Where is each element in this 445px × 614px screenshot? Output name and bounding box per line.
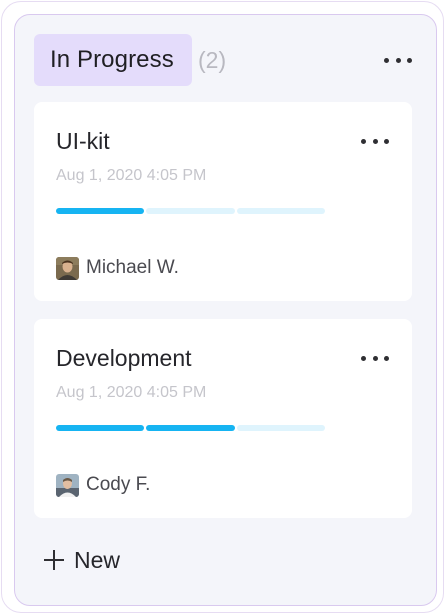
task-card[interactable]: Development Aug 1, 2020 4:05 PM Cody F. bbox=[34, 319, 412, 518]
assignee: Cody F. bbox=[56, 473, 150, 497]
add-card-label: New bbox=[74, 546, 121, 573]
card-date: Aug 1, 2020 4:05 PM bbox=[56, 384, 207, 401]
progress-segment bbox=[236, 425, 325, 431]
assignee-name: Cody F. bbox=[86, 474, 151, 495]
card-count: (2) bbox=[198, 47, 227, 73]
progress-bar bbox=[56, 208, 325, 214]
avatar bbox=[56, 473, 79, 497]
add-card-button[interactable]: New bbox=[44, 544, 120, 576]
assignee-name: Michael W. bbox=[86, 257, 179, 278]
column-header: In Progress (2) bbox=[34, 34, 412, 86]
card-title: UI-kit bbox=[56, 128, 110, 154]
assignee: Michael W. bbox=[56, 256, 179, 280]
progress-segment bbox=[236, 208, 325, 214]
column-status-label: In Progress bbox=[34, 34, 192, 86]
avatar bbox=[56, 256, 79, 280]
progress-bar bbox=[56, 425, 325, 431]
card-date: Aug 1, 2020 4:05 PM bbox=[56, 167, 207, 184]
more-horizontal-icon[interactable] bbox=[384, 54, 412, 66]
board-frame bbox=[1, 1, 444, 613]
task-card[interactable]: UI-kit Aug 1, 2020 4:05 PM Michael W. bbox=[34, 102, 412, 301]
progress-segment bbox=[146, 425, 235, 431]
plus-icon bbox=[44, 550, 64, 570]
progress-segment bbox=[56, 425, 145, 431]
progress-segment bbox=[146, 208, 235, 214]
card-title: Development bbox=[56, 345, 192, 371]
more-horizontal-icon[interactable] bbox=[361, 352, 389, 364]
more-horizontal-icon[interactable] bbox=[361, 135, 389, 147]
progress-segment bbox=[56, 208, 145, 214]
